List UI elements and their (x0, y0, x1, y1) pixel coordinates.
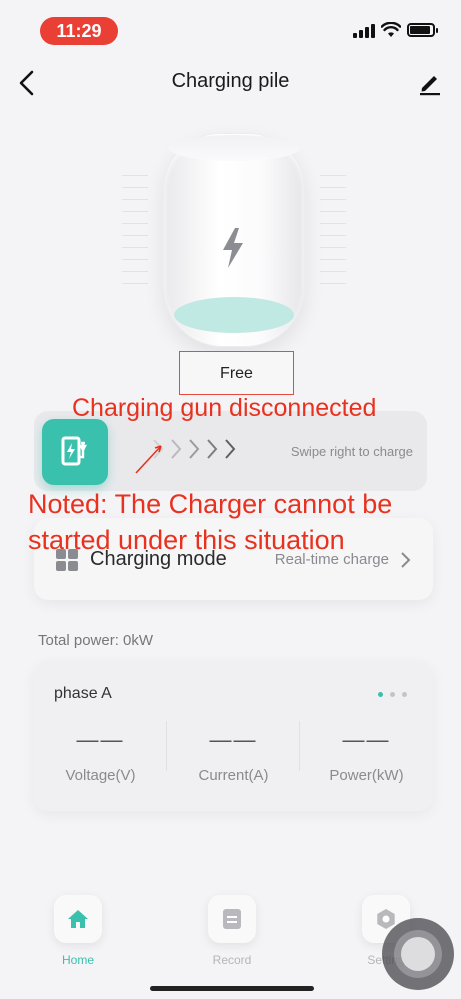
metric-value: —— (342, 727, 391, 752)
annotation-title: Charging gun disconnected (72, 394, 377, 422)
swipe-hint: Swipe right to charge (290, 444, 413, 459)
swipe-handle[interactable] (42, 419, 108, 485)
nav-home[interactable]: Home (48, 895, 108, 967)
record-button[interactable] (208, 895, 256, 943)
charger-status-label: Free (179, 351, 294, 395)
nav-label: Home (61, 953, 94, 967)
charger-top (168, 135, 300, 161)
metric-value: —— (209, 727, 258, 752)
lightning-bolt-icon (223, 228, 243, 268)
annotation-arrow-icon (135, 445, 162, 474)
swipe-to-charge-slider[interactable]: Swipe right to charge (34, 411, 427, 491)
chevron-right-icon (225, 439, 236, 459)
metric-label: Power(kW) (329, 767, 404, 784)
page-title: Charging pile (171, 70, 290, 92)
metric-value: —— (76, 727, 125, 752)
total-power: Total power: 0kW (38, 632, 154, 649)
chevron-right-icon (171, 439, 182, 459)
record-icon (223, 909, 241, 929)
annotation-note: Noted: The Charger cannot be started und… (28, 489, 393, 555)
wifi-icon (381, 22, 401, 37)
phase-title: phase A (54, 685, 112, 702)
page-indicator[interactable] (378, 692, 407, 697)
phase-card[interactable]: phase A —— Voltage(V) —— Current(A) —— P… (34, 661, 433, 811)
charger-level-lines-right (320, 175, 346, 295)
metric-power: —— Power(kW) (300, 727, 433, 784)
edit-button[interactable] (417, 70, 443, 96)
nav-label: Record (212, 953, 252, 967)
metric-voltage: —— Voltage(V) (34, 727, 167, 784)
charger-level-base (174, 297, 294, 333)
cellular-signal-icon (353, 22, 375, 38)
assistive-touch-button[interactable] (382, 918, 454, 990)
home-button[interactable] (54, 895, 102, 943)
nav-record[interactable]: Record (202, 895, 262, 967)
chevron-right-icon (207, 439, 218, 459)
metric-label: Voltage(V) (65, 767, 136, 784)
home-indicator (150, 986, 314, 991)
chevron-right-icon (189, 439, 200, 459)
metric-current: —— Current(A) (167, 727, 300, 784)
charger-illustration (110, 125, 350, 355)
status-time: 11:29 (40, 17, 118, 45)
status-icons (353, 22, 438, 38)
charging-plug-icon (61, 436, 87, 466)
pencil-icon (420, 76, 440, 96)
battery-icon (407, 23, 438, 37)
metric-label: Current(A) (198, 767, 269, 784)
home-icon (68, 910, 88, 928)
charger-level-lines-left (122, 175, 148, 295)
